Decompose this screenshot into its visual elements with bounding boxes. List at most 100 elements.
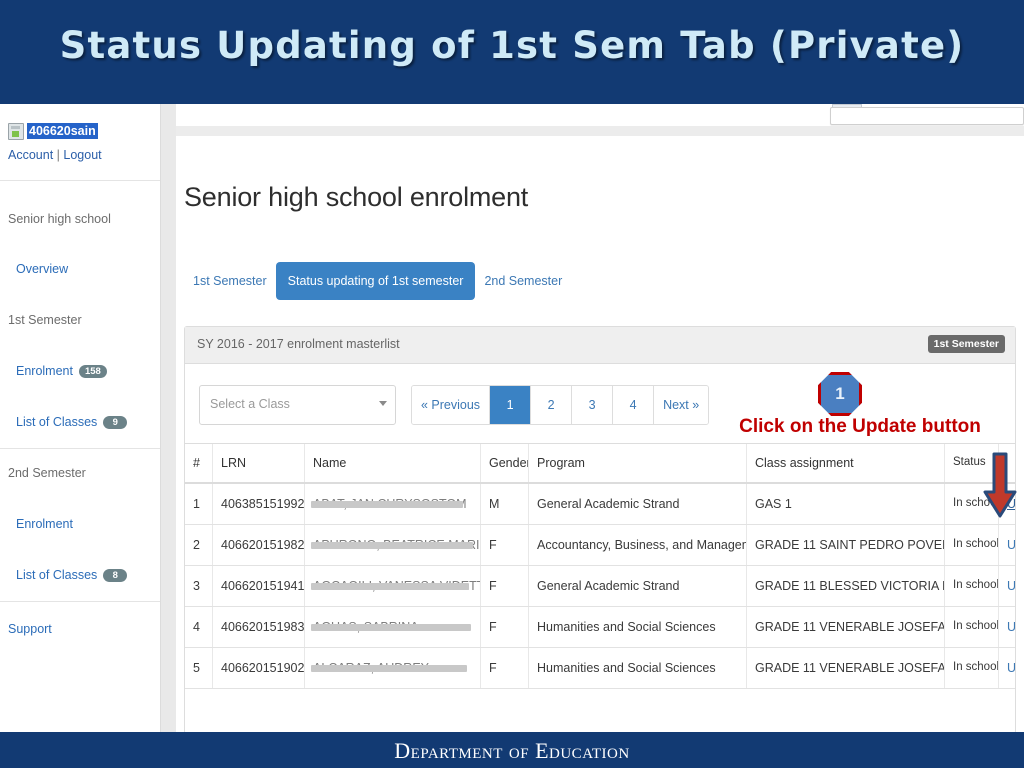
screenshot-viewport: 406620sain Account | Logout Senior high … xyxy=(0,104,1024,732)
browser-address-bar-stub[interactable] xyxy=(830,107,1024,125)
cell-class-assignment: GRADE 11 SAINT PEDRO POVEDA xyxy=(747,525,945,565)
slide-title: Status Updating of 1st Sem Tab (Private) xyxy=(59,24,965,67)
column-header-lrn: LRN xyxy=(213,444,305,482)
update-button[interactable]: Update xyxy=(1007,661,1015,675)
sidebar-item-label: List of Classes xyxy=(16,415,98,429)
sidebar-item-overview[interactable]: Overview xyxy=(0,258,160,280)
sidebar-item-support[interactable]: Support xyxy=(0,618,160,640)
sidebar-item-label: Enrolment xyxy=(16,517,73,531)
step-number-label: 1 xyxy=(818,372,862,416)
account-link[interactable]: Account xyxy=(8,148,53,162)
cell-lrn: 406620151902 xyxy=(213,648,305,688)
column-header-class-assignment: Class assignment xyxy=(747,444,945,482)
cell-status: In school xyxy=(945,648,999,688)
user-identity: 406620sain xyxy=(8,122,98,140)
sidebar-item-label: Support xyxy=(8,622,52,636)
content-top-strip xyxy=(176,126,1024,136)
cell-status: In school xyxy=(945,607,999,647)
cell-name: AGCAOILI, VANESSA VIDETTE xyxy=(305,566,481,606)
user-avatar-icon xyxy=(8,122,24,140)
username-label: 406620sain xyxy=(27,123,98,139)
sidebar-item-label: 1st Semester xyxy=(8,313,82,327)
update-button[interactable]: Update xyxy=(1007,538,1015,552)
cell-class-assignment: GRADE 11 BLESSED VICTORIA DIEZ xyxy=(747,566,945,606)
sidebar-badge-count: 8 xyxy=(103,568,128,582)
redaction-bar xyxy=(311,624,471,631)
cell-class-assignment: GRADE 11 VENERABLE JOSEFA SEGOVIA xyxy=(747,648,945,688)
cell-number: 4 xyxy=(185,607,213,647)
cell-action: Update xyxy=(999,525,1015,565)
redaction-bar xyxy=(311,542,473,549)
masterlist-panel: SY 2016 - 2017 enrolment masterlist 1st … xyxy=(184,326,1016,732)
cell-program: Accountancy, Business, and Management xyxy=(529,525,747,565)
cell-class-assignment: GRADE 11 VENERABLE JOSEFA SEGOVIA xyxy=(747,607,945,647)
cell-class-assignment: GAS 1 xyxy=(747,484,945,524)
cell-gender: F xyxy=(481,648,529,688)
column-header-program: Program xyxy=(529,444,747,482)
sidebar-badge-count: 9 xyxy=(103,415,128,429)
cell-gender: F xyxy=(481,607,529,647)
pagination-page-4[interactable]: 4 xyxy=(613,386,655,424)
panel-header: SY 2016 - 2017 enrolment masterlist 1st … xyxy=(185,327,1015,364)
tab-bar: 1st Semester Status updating of 1st seme… xyxy=(184,262,571,300)
sidebar-item-label: Overview xyxy=(16,262,69,276)
table-row: 3 406620151941 AGCAOILI, VANESSA VIDETTE… xyxy=(185,566,1015,607)
table-row: 1 406385151992 ABAT, JAN CHRYSOSTOM M Ge… xyxy=(185,484,1015,525)
pagination-page-1[interactable]: 1 xyxy=(490,386,532,424)
annotation-instruction: Click on the Update button xyxy=(739,416,981,437)
cell-name: ALCARAZ, AUDREY xyxy=(305,648,481,688)
pagination: « Previous 1 2 3 4 Next » xyxy=(411,385,710,425)
cell-status: In school xyxy=(945,566,999,606)
update-button[interactable]: Update xyxy=(1007,579,1015,593)
tab-1st-semester[interactable]: 1st Semester xyxy=(184,262,276,300)
sidebar-item-list-of-classes-2nd[interactable]: List of Classes 8 xyxy=(0,564,160,586)
cell-name: ABAT, JAN CHRYSOSTOM xyxy=(305,484,481,524)
table-row: 5 406620151902 ALCARAZ, AUDREY F Humanit… xyxy=(185,648,1015,689)
update-button[interactable]: Update xyxy=(1007,620,1015,634)
slide-title-band: Status Updating of 1st Sem Tab (Private) xyxy=(0,0,1024,104)
pagination-next[interactable]: Next » xyxy=(654,386,709,424)
cell-action: Update xyxy=(999,566,1015,606)
sidebar-item-label: List of Classes xyxy=(16,568,98,582)
chevron-down-icon xyxy=(379,401,387,406)
column-header-name: Name xyxy=(305,444,481,482)
status-badge-semester: 1st Semester xyxy=(927,335,1005,353)
panel-title: SY 2016 - 2017 enrolment masterlist xyxy=(197,337,400,351)
table-row: 2 406620151982 APURONG, BEATRICE MARIE F… xyxy=(185,525,1015,566)
cell-program: Humanities and Social Sciences xyxy=(529,607,747,647)
sidebar-group-senior-high-school: Senior high school xyxy=(0,208,160,230)
page-title: Senior high school enrolment xyxy=(184,182,529,212)
sidebar-divider xyxy=(0,601,160,602)
sidebar-item-label: 2nd Semester xyxy=(8,466,86,480)
links-separator: | xyxy=(56,148,60,162)
sidebar-divider xyxy=(0,448,160,449)
column-header-gender: Gender xyxy=(481,444,529,482)
pagination-page-2[interactable]: 2 xyxy=(531,386,573,424)
account-links: Account | Logout xyxy=(8,148,102,162)
sidebar-item-label: Enrolment xyxy=(16,364,73,378)
cell-number: 2 xyxy=(185,525,213,565)
sidebar-item-enrolment-1st[interactable]: Enrolment 158 xyxy=(0,360,160,382)
cell-name: APURONG, BEATRICE MARIE xyxy=(305,525,481,565)
class-select-placeholder: Select a Class xyxy=(210,397,290,411)
pagination-previous[interactable]: « Previous xyxy=(412,386,491,424)
cell-lrn: 406385151992 xyxy=(213,484,305,524)
class-select-dropdown[interactable]: Select a Class xyxy=(199,385,396,425)
tab-2nd-semester[interactable]: 2nd Semester xyxy=(475,262,571,300)
cell-number: 1 xyxy=(185,484,213,524)
cell-gender: F xyxy=(481,566,529,606)
cell-gender: F xyxy=(481,525,529,565)
sidebar-group-1st-semester: 1st Semester xyxy=(0,309,160,331)
sidebar-content-gutter xyxy=(160,104,176,732)
sidebar-item-list-of-classes-1st[interactable]: List of Classes 9 xyxy=(0,411,160,433)
redaction-bar xyxy=(311,501,463,508)
pagination-page-3[interactable]: 3 xyxy=(572,386,614,424)
slide-footer-band: Department of Education xyxy=(0,732,1024,768)
sidebar-item-enrolment-2nd[interactable]: Enrolment xyxy=(0,513,160,535)
tab-status-updating-1st-semester[interactable]: Status updating of 1st semester xyxy=(275,262,476,300)
cell-program: General Academic Strand xyxy=(529,484,747,524)
table-row: 4 406620151983 AGUAS, SABRINA F Humaniti… xyxy=(185,607,1015,648)
logout-link[interactable]: Logout xyxy=(63,148,101,162)
cell-lrn: 406620151983 xyxy=(213,607,305,647)
sidebar-group-2nd-semester: 2nd Semester xyxy=(0,462,160,484)
